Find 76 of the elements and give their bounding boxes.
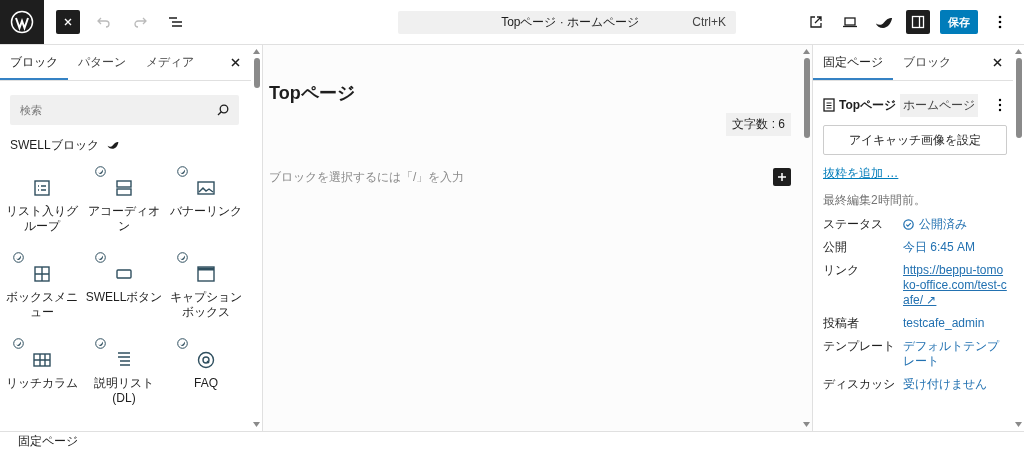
- close-button[interactable]: [56, 10, 80, 34]
- close-icon: [63, 17, 73, 27]
- page-name: Topページ: [839, 96, 897, 114]
- wordpress-logo[interactable]: [0, 0, 44, 44]
- q-circle-icon: [196, 350, 216, 370]
- field-label: テンプレート: [823, 339, 896, 355]
- homepage-tag: ホームページ: [900, 93, 979, 117]
- inserter-tab[interactable]: パターン: [68, 45, 136, 80]
- laptop-icon: [842, 16, 858, 28]
- block-item[interactable]: FAQ: [165, 334, 247, 418]
- swell-icon: [106, 141, 119, 150]
- document-icon: [823, 98, 835, 112]
- field-label: リンク: [823, 263, 860, 279]
- block-item[interactable]: SWELLボタン: [83, 248, 165, 332]
- block-item[interactable]: 説明リスト(DL): [83, 334, 165, 418]
- scroll-up-icon[interactable]: [1015, 49, 1022, 54]
- scroll-down-icon[interactable]: [1015, 422, 1022, 427]
- field-label: 公開: [823, 240, 848, 255]
- redo-arrow-icon: [133, 16, 147, 28]
- stacked-rows-icon: [114, 178, 134, 198]
- scroll-down-icon[interactable]: [253, 422, 260, 427]
- field-value-link[interactable]: 受け付けません: [903, 377, 1007, 392]
- close-icon: [230, 58, 240, 67]
- field-label: ディスカッシ: [823, 377, 896, 392]
- more-icon: [998, 98, 1002, 112]
- list-icon: [32, 178, 52, 198]
- add-excerpt-link[interactable]: 抜粋を追加 …: [823, 165, 899, 182]
- scrollbar-thumb[interactable]: [253, 58, 260, 88]
- undo-arrow-icon: [97, 16, 111, 28]
- category-heading: SWELLブロック: [10, 137, 99, 154]
- grid-icon: [32, 264, 52, 284]
- block-item[interactable]: ボックスメニュー: [1, 248, 83, 332]
- field-value-link[interactable]: testcafe_admin: [903, 316, 1007, 331]
- columns-icon: [32, 350, 52, 370]
- sidebar-toggle-button[interactable]: [906, 10, 930, 34]
- scrollbar-thumb[interactable]: [803, 58, 810, 138]
- more-icon: [998, 15, 1002, 29]
- scroll-up-icon[interactable]: [253, 49, 260, 54]
- field-value-link[interactable]: デフォルトテンプレート: [903, 339, 1007, 369]
- inserter-tab[interactable]: ブロック: [0, 45, 68, 80]
- scroll-down-icon[interactable]: [803, 422, 810, 427]
- inserter-tab[interactable]: メディア: [136, 45, 204, 80]
- permalink-link[interactable]: https://beppu-tomoko-office.com/test-cafe/ ↗: [903, 263, 1007, 308]
- featured-image-button[interactable]: アイキャッチ画像を設定: [823, 125, 1007, 155]
- field-label: 投稿者: [823, 316, 860, 331]
- field-label: ステータス: [823, 217, 884, 232]
- sidebar-icon: [911, 15, 925, 29]
- block-placeholder[interactable]: ブロックを選択するには「/」を入力: [269, 168, 465, 186]
- external-link-icon: [809, 15, 823, 29]
- field-value-link[interactable]: 今日 6:45 AM: [903, 240, 1007, 255]
- plus-icon: [777, 172, 787, 182]
- scroll-up-icon[interactable]: [803, 49, 810, 54]
- search-icon: [217, 104, 229, 116]
- block-item[interactable]: バナーリンク: [165, 162, 247, 246]
- field-value-link[interactable]: 公開済み: [903, 217, 1007, 232]
- scrollbar-thumb[interactable]: [1015, 58, 1022, 138]
- save-button[interactable]: 保存: [940, 10, 978, 34]
- page-title[interactable]: Topページ: [269, 81, 791, 105]
- window-icon: [196, 264, 216, 284]
- breadcrumb[interactable]: 固定ページ: [18, 433, 78, 450]
- last-edited-text: 最終編集2時間前。: [823, 192, 927, 209]
- block-item[interactable]: リスト入りグループ: [1, 162, 83, 246]
- block-item[interactable]: キャプションボックス: [165, 248, 247, 332]
- image-icon: [196, 178, 216, 198]
- settings-tab[interactable]: ブロック: [893, 45, 961, 80]
- block-item[interactable]: アコーディオン: [83, 162, 165, 246]
- search-field[interactable]: 検索: [10, 95, 239, 125]
- list-view-icon: [168, 16, 184, 28]
- settings-tab[interactable]: 固定ページ: [813, 45, 893, 80]
- check-circle-icon: [903, 219, 914, 230]
- close-icon: [992, 58, 1002, 67]
- leaf-icon: [875, 15, 893, 29]
- block-item[interactable]: リッチカラム: [1, 334, 83, 418]
- command-bar[interactable]: Topページ · ホームページ Ctrl+K: [398, 10, 736, 34]
- character-count: 文字数 : 6: [726, 113, 791, 136]
- add-block-button[interactable]: [773, 168, 791, 186]
